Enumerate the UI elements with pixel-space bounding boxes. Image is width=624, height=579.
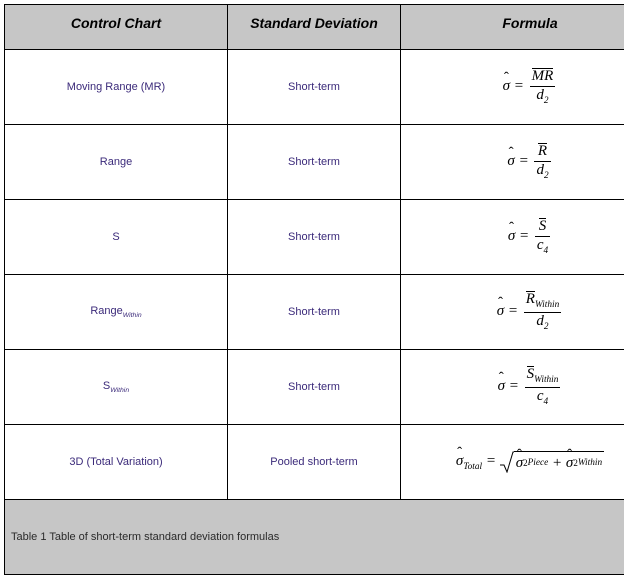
row-deviation: Short-term	[228, 50, 401, 125]
header-standard-deviation: Standard Deviation	[228, 5, 401, 50]
row-formula: σ = S c4	[401, 200, 624, 275]
row-label: RangeWithin	[5, 275, 228, 350]
row-deviation: Short-term	[228, 275, 401, 350]
row-formula: σTotal = σ2Piece + σ2Within	[401, 425, 624, 500]
table-row: Moving Range (MR) Short-term σ = MR d2	[5, 50, 624, 125]
row-deviation: Pooled short-term	[228, 425, 401, 500]
header-control-chart: Control Chart	[5, 5, 228, 50]
row-formula: σ = RWithin d2	[401, 275, 624, 350]
row-formula: σ = MR d2	[401, 50, 624, 125]
table-row: S Short-term σ = S c4	[5, 200, 624, 275]
table-row: RangeWithin Short-term σ = RWithin d2	[5, 275, 624, 350]
row-deviation: Short-term	[228, 200, 401, 275]
row-label: 3D (Total Variation)	[5, 425, 228, 500]
formula-table: Control Chart Standard Deviation Formula…	[4, 4, 624, 575]
row-formula: σ = SWithin c4	[401, 350, 624, 425]
header-row: Control Chart Standard Deviation Formula	[5, 5, 624, 50]
row-formula: σ = R d2	[401, 125, 624, 200]
header-formula: Formula	[401, 5, 624, 50]
row-label: Moving Range (MR)	[5, 50, 228, 125]
table-row: 3D (Total Variation) Pooled short-term σ…	[5, 425, 624, 500]
row-label: S	[5, 200, 228, 275]
table-row: SWithin Short-term σ = SWithin c4	[5, 350, 624, 425]
row-deviation: Short-term	[228, 125, 401, 200]
row-label: SWithin	[5, 350, 228, 425]
table-row: Range Short-term σ = R d2	[5, 125, 624, 200]
caption-row: Table 1 Table of short-term standard dev…	[5, 500, 624, 575]
row-deviation: Short-term	[228, 350, 401, 425]
table-caption: Table 1 Table of short-term standard dev…	[5, 500, 624, 575]
row-label: Range	[5, 125, 228, 200]
